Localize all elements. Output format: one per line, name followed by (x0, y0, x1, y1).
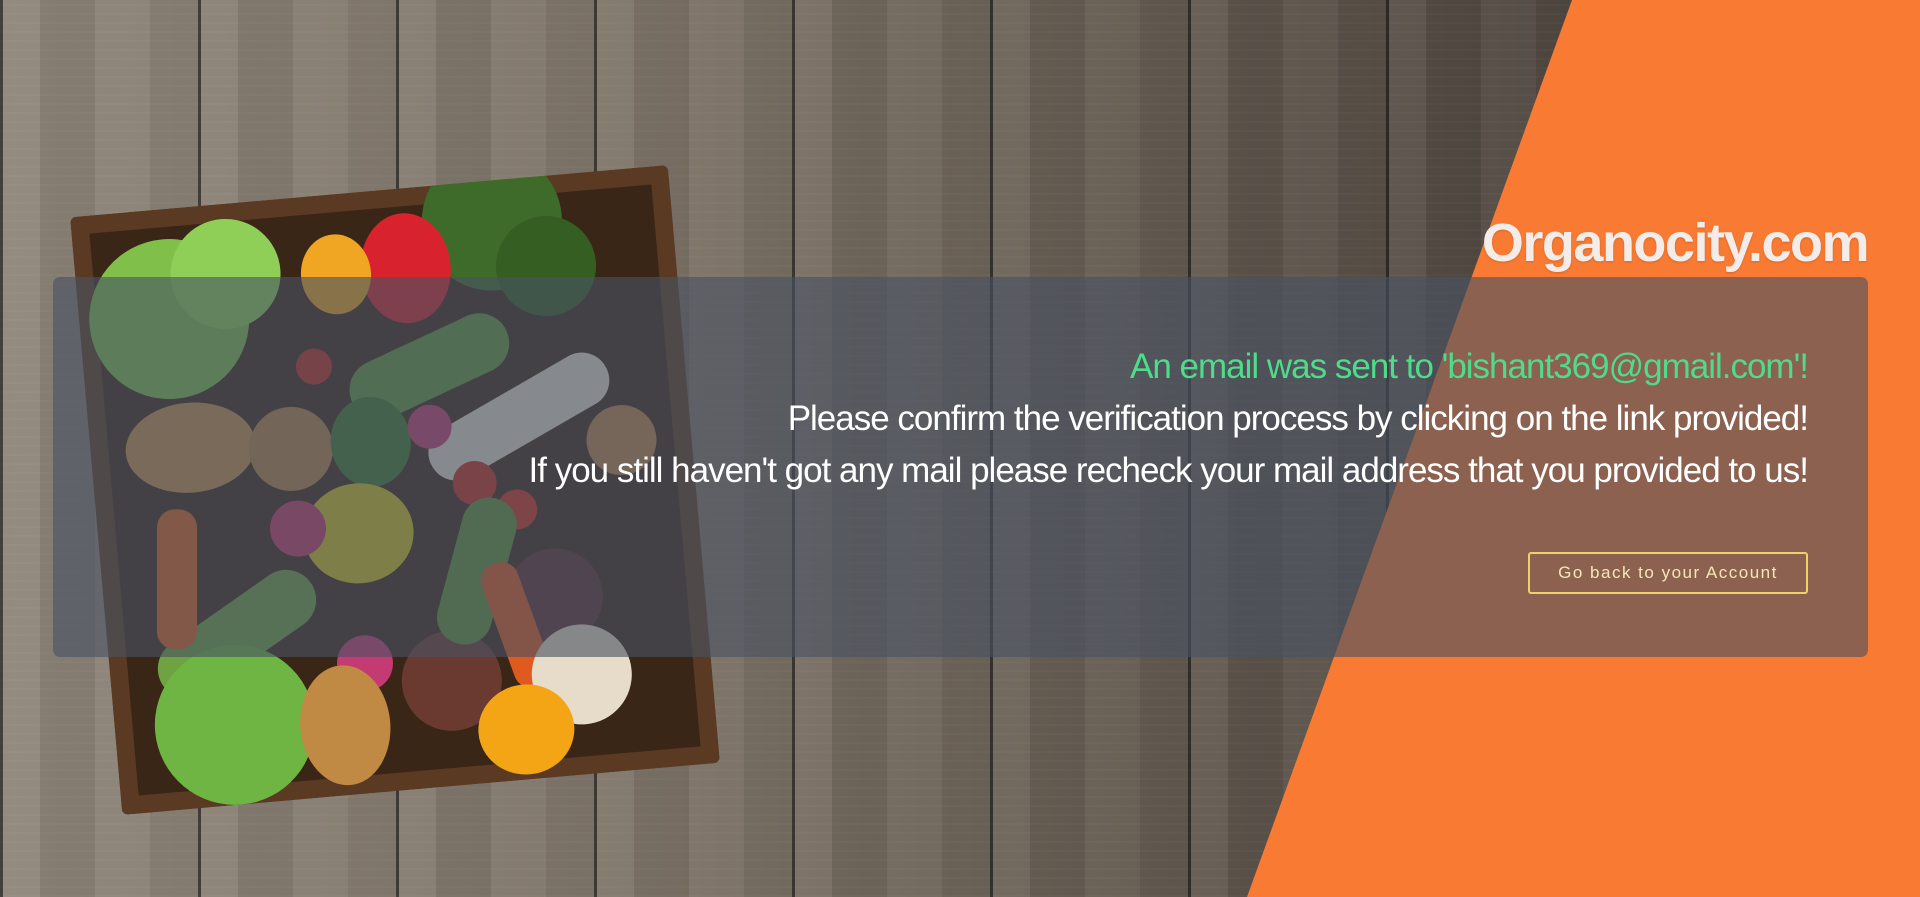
verification-page: Organocity.com An email was sent to 'bis… (0, 0, 1920, 897)
confirm-message: Please confirm the verification process … (787, 399, 1809, 438)
recheck-message: If you still haven't got any mail please… (528, 451, 1809, 490)
back-to-account-button[interactable]: Go back to your Account (1528, 552, 1808, 594)
brand-title: Organocity.com (1481, 213, 1870, 273)
message-block: An email was sent to 'bishant369@gmail.c… (528, 341, 1809, 497)
email-sent-message: An email was sent to 'bishant369@gmail.c… (1129, 347, 1809, 386)
verification-message-panel: An email was sent to 'bishant369@gmail.c… (53, 277, 1868, 657)
